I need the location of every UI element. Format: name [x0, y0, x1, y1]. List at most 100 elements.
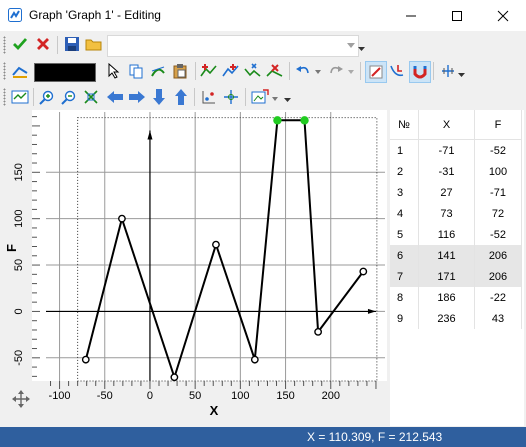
pan-left-button[interactable]: [105, 87, 125, 107]
data-point[interactable]: [118, 214, 126, 223]
table-row[interactable]: 4 73 72: [390, 203, 522, 224]
snap-grid-toggle[interactable]: [365, 61, 387, 83]
data-point[interactable]: [359, 267, 368, 276]
f-cell[interactable]: -52: [474, 224, 522, 245]
table-header-row: № X F: [390, 110, 522, 140]
cancel-button[interactable]: [33, 34, 53, 54]
data-point[interactable]: [81, 355, 90, 364]
f-cell[interactable]: 100: [474, 161, 522, 182]
f-cell[interactable]: 43: [474, 308, 522, 329]
pan-right-button[interactable]: [127, 87, 147, 107]
pan-down-button[interactable]: [149, 87, 169, 107]
toolbar-overflow-icon[interactable]: [284, 98, 291, 102]
selected-data-point[interactable]: [273, 116, 282, 125]
close-window-button[interactable]: [480, 0, 526, 31]
x-cell[interactable]: 171: [418, 266, 475, 287]
insert-point-button[interactable]: [221, 61, 241, 81]
line-style-button[interactable]: [10, 61, 30, 81]
f-cell[interactable]: -22: [474, 287, 522, 308]
zoom-fit-button[interactable]: [81, 87, 101, 107]
graph-panel[interactable]: -100 -50 0 50 100 150 200 -50 0 50 100 150 X F: [0, 110, 387, 426]
undo-dropdown-icon[interactable]: [315, 70, 321, 74]
f-cell[interactable]: 206: [474, 266, 522, 287]
table-row[interactable]: 8 186 -22: [390, 287, 522, 308]
y-tick-label: -50: [13, 350, 25, 366]
export-dropdown-icon[interactable]: [272, 97, 278, 101]
cut-button[interactable]: [148, 61, 168, 81]
add-point-button[interactable]: [199, 61, 219, 81]
x-cell[interactable]: 236: [418, 308, 475, 329]
column-header-f[interactable]: F: [474, 110, 522, 140]
data-point[interactable]: [170, 373, 179, 382]
accept-button[interactable]: [10, 34, 30, 54]
select-point-button[interactable]: [104, 61, 124, 81]
snap-curve-button[interactable]: [387, 61, 407, 81]
toolbar-grip[interactable]: [3, 88, 6, 106]
x-cell[interactable]: 186: [418, 287, 475, 308]
redo-dropdown-icon[interactable]: [348, 70, 354, 74]
x-cell[interactable]: 27: [418, 182, 475, 203]
data-point[interactable]: [212, 240, 220, 249]
axis-dropdown-icon[interactable]: [458, 73, 465, 77]
table-row[interactable]: 3 27 -71: [390, 182, 522, 203]
open-button[interactable]: [84, 34, 104, 54]
data-point[interactable]: [314, 327, 323, 336]
show-points-button[interactable]: [199, 87, 219, 107]
graph-combo[interactable]: [107, 35, 359, 57]
row-number-cell[interactable]: 4: [390, 203, 419, 224]
toolbar-grip[interactable]: [3, 36, 6, 54]
maximize-button[interactable]: [434, 0, 480, 31]
color-swatch[interactable]: [34, 63, 96, 82]
pan-handle[interactable]: [11, 389, 31, 409]
export-image-button[interactable]: [250, 87, 270, 107]
undo-icon: [296, 66, 309, 74]
redo-button[interactable]: [326, 61, 346, 81]
x-cell[interactable]: 141: [418, 245, 475, 266]
magnet-toggle[interactable]: [409, 61, 431, 83]
row-number-cell[interactable]: 8: [390, 287, 419, 308]
x-cell[interactable]: -31: [418, 161, 475, 182]
y-tick-label: 50: [13, 259, 25, 271]
selected-data-point[interactable]: [300, 116, 309, 125]
f-cell[interactable]: -52: [474, 139, 522, 161]
table-row[interactable]: 7 171 206: [390, 266, 522, 287]
f-cell[interactable]: -71: [474, 182, 522, 203]
window-title: Graph 'Graph 1' - Editing: [29, 8, 161, 22]
delete-point-button[interactable]: [265, 61, 285, 81]
fit-view-button[interactable]: [10, 87, 30, 107]
move-point-button[interactable]: [243, 61, 263, 81]
data-point[interactable]: [250, 355, 259, 364]
table-row[interactable]: 2 -31 100: [390, 161, 522, 182]
pan-up-button[interactable]: [171, 87, 191, 107]
row-number-cell[interactable]: 1: [390, 139, 419, 161]
copy-button[interactable]: [126, 61, 146, 81]
graph-canvas[interactable]: -100 -50 0 50 100 150 200 -50 0 50 100 150 X F: [0, 110, 387, 426]
table-row[interactable]: 5 116 -52: [390, 224, 522, 245]
table-row[interactable]: 1 -71 -52: [390, 139, 522, 161]
undo-button[interactable]: [293, 61, 313, 81]
crosshair-button[interactable]: [221, 87, 241, 107]
x-cell[interactable]: 116: [418, 224, 475, 245]
row-number-cell[interactable]: 2: [390, 161, 419, 182]
minimize-button[interactable]: [388, 0, 434, 31]
column-header-number[interactable]: №: [390, 110, 419, 140]
axis-settings-button[interactable]: [438, 61, 458, 81]
row-number-cell[interactable]: 5: [390, 224, 419, 245]
save-button[interactable]: [62, 34, 82, 54]
zoom-out-button[interactable]: [59, 87, 79, 107]
x-cell[interactable]: -71: [418, 139, 475, 161]
row-number-cell[interactable]: 9: [390, 308, 419, 329]
table-row[interactable]: 6 141 206: [390, 245, 522, 266]
toolbar-overflow-icon[interactable]: [358, 47, 365, 51]
column-header-x[interactable]: X: [418, 110, 475, 140]
table-row[interactable]: 9 236 43: [390, 308, 522, 329]
x-cell[interactable]: 73: [418, 203, 475, 224]
zoom-in-button[interactable]: [37, 87, 57, 107]
row-number-cell[interactable]: 7: [390, 266, 419, 287]
row-number-cell[interactable]: 6: [390, 245, 419, 266]
toolbar-grip[interactable]: [3, 62, 6, 80]
f-cell[interactable]: 72: [474, 203, 522, 224]
paste-button[interactable]: [170, 61, 190, 81]
f-cell[interactable]: 206: [474, 245, 522, 266]
row-number-cell[interactable]: 3: [390, 182, 419, 203]
